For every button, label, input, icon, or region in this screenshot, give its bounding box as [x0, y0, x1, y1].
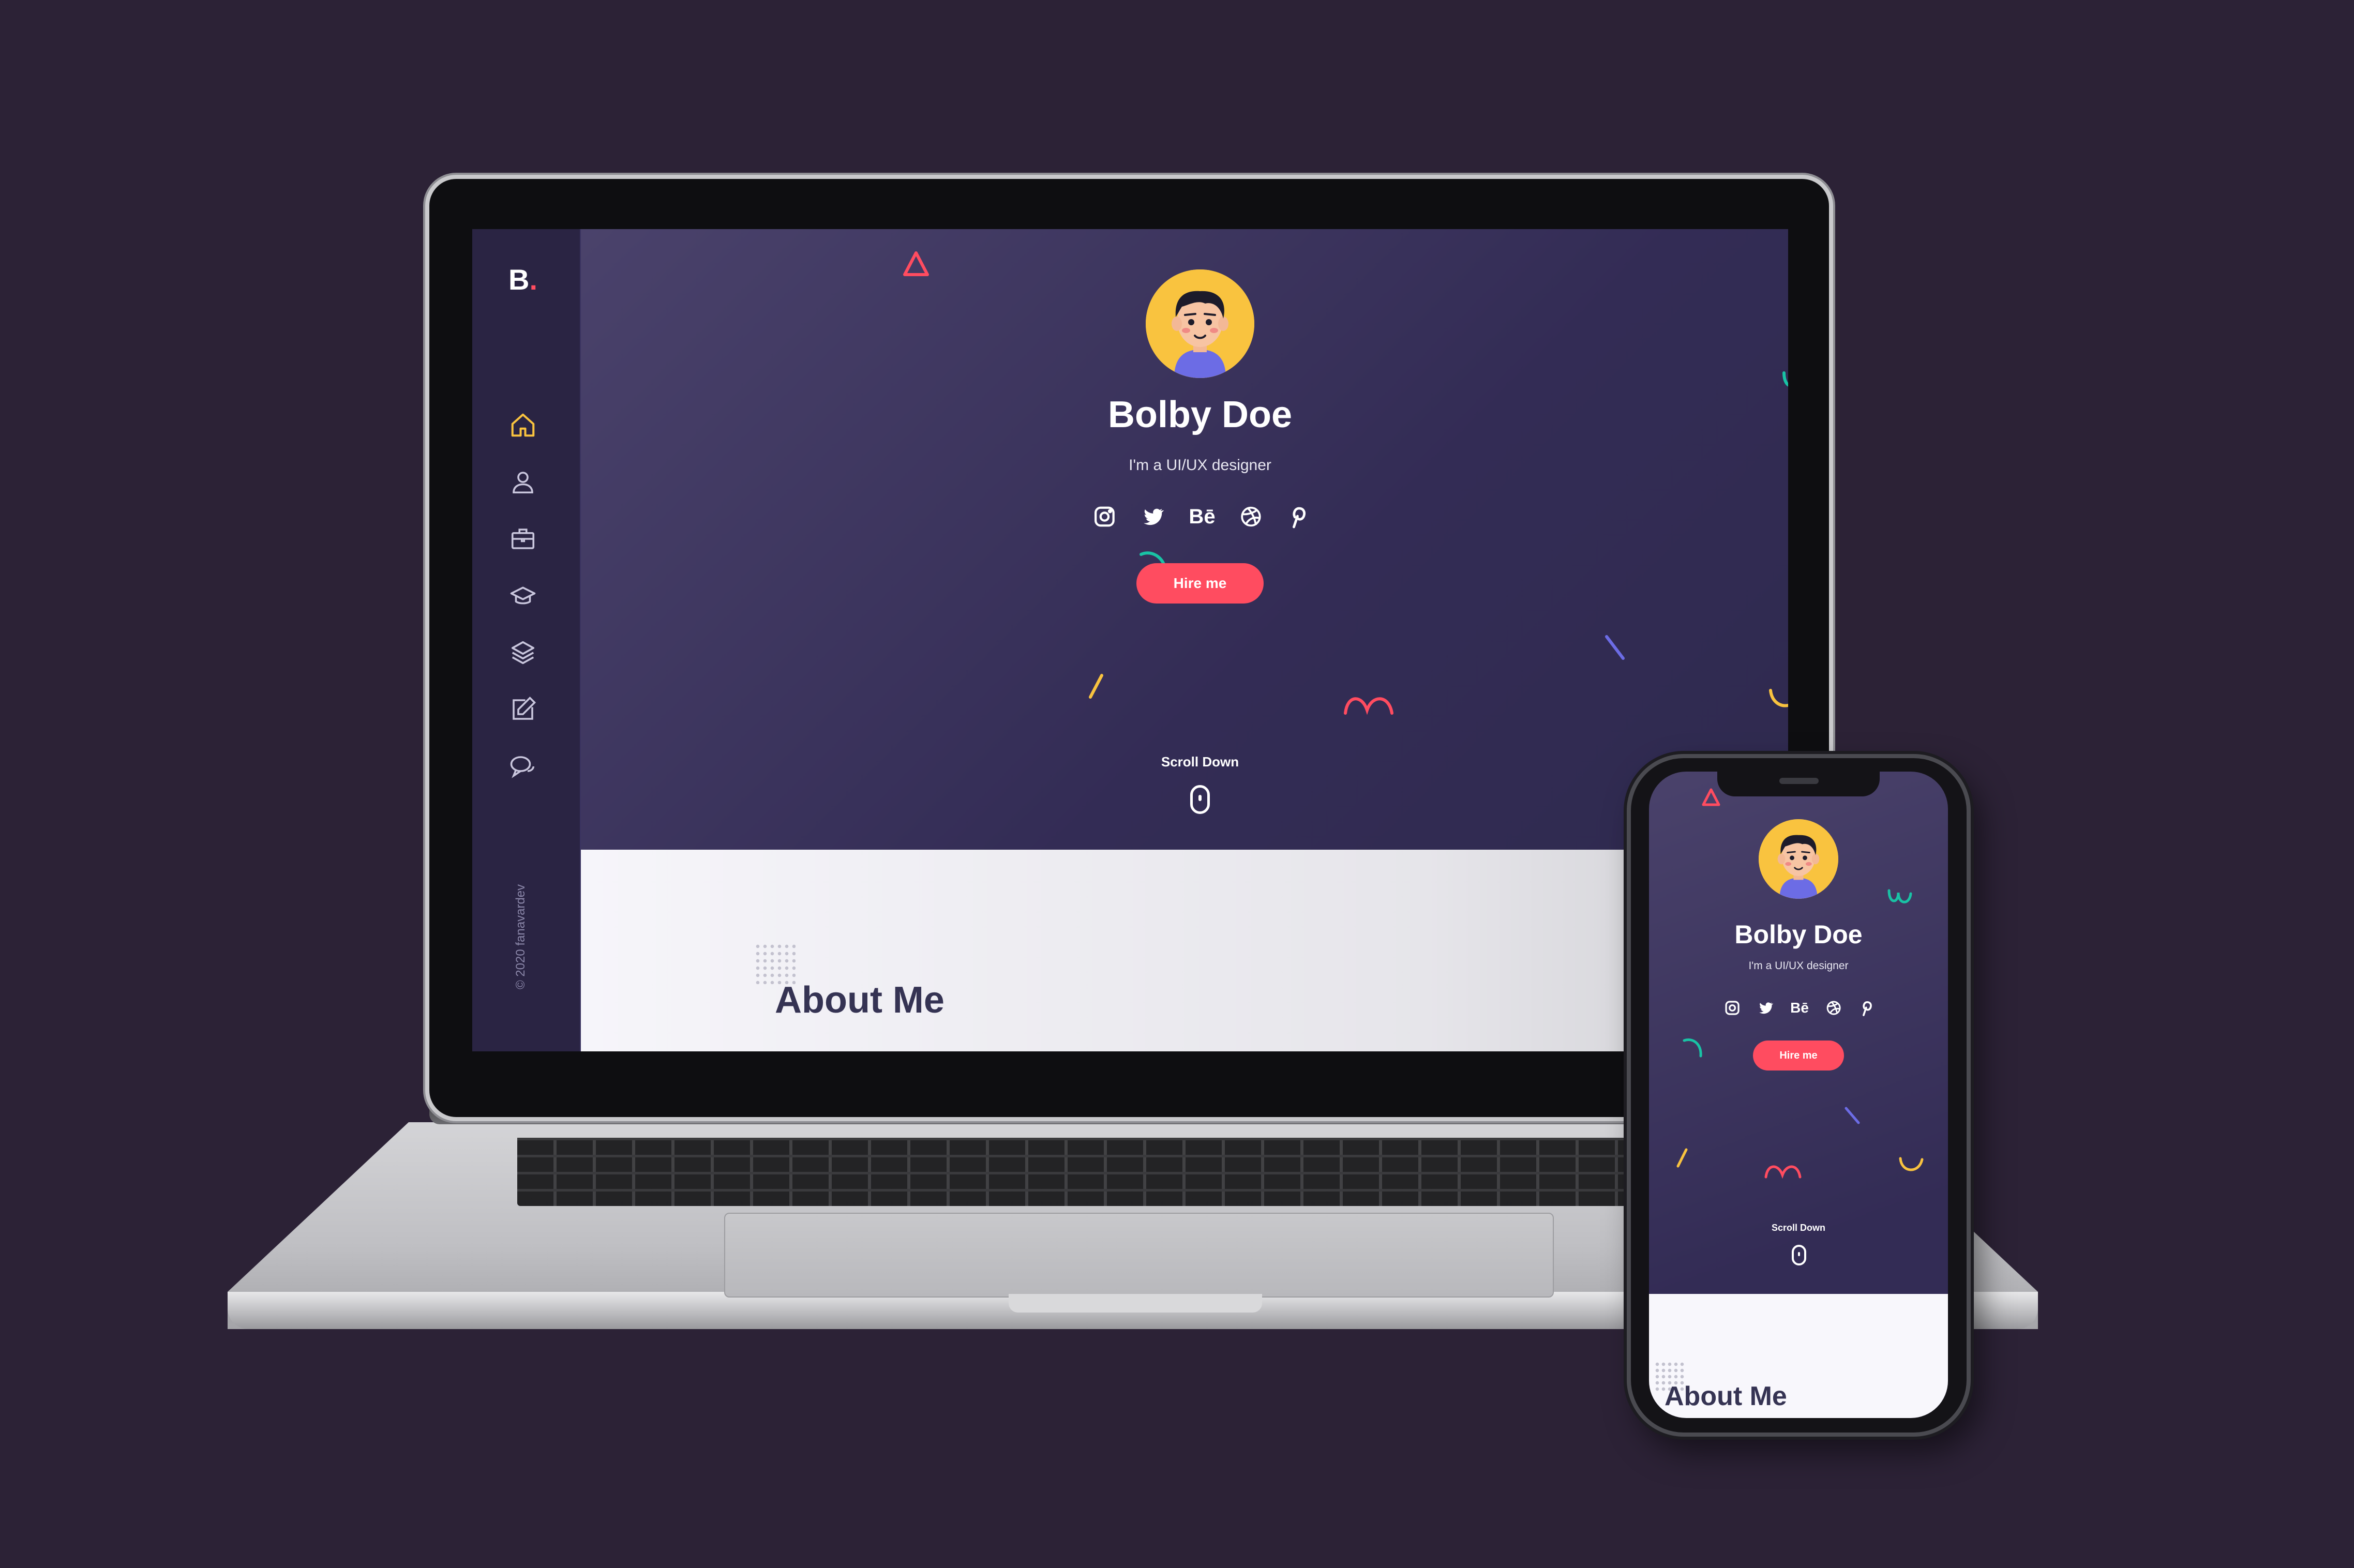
squiggle-shape-icon [1887, 889, 1912, 903]
phone-screen: Bolby Doe I'm a UI/UX designer Bē Hire m… [1649, 772, 1948, 1418]
avatar [1759, 819, 1838, 899]
line-purple-shape-icon [1605, 635, 1625, 660]
twitter-icon[interactable] [1757, 1000, 1774, 1016]
about-section: About Me [1649, 1294, 1948, 1418]
phone-speaker [1779, 778, 1819, 784]
behance-icon[interactable]: Bē [1790, 1000, 1809, 1016]
about-title: About Me [1665, 1381, 1787, 1411]
scroll-down-label[interactable]: Scroll Down [1161, 754, 1239, 770]
social-links: Bē [1092, 504, 1307, 529]
wave-red-shape-icon [1764, 1165, 1802, 1179]
pinterest-icon[interactable] [1858, 999, 1873, 1017]
laptop-screen: B. © 2020 fanavardev Bolby Doe I'm a UI/… [472, 229, 1788, 1051]
social-links: Bē [1724, 999, 1873, 1017]
line-purple-shape-icon [1845, 1107, 1860, 1124]
arc-yellow-shape-icon [1769, 689, 1788, 707]
nav-edit-icon[interactable] [509, 696, 537, 723]
laptop-keyboard-rows [517, 1138, 1759, 1206]
hero-subtitle: I'm a UI/UX designer [1748, 960, 1849, 972]
laptop-lid-notch [1009, 1294, 1262, 1313]
about-title: About Me [775, 979, 944, 1021]
wave-red-shape-icon [1344, 697, 1393, 715]
site-logo[interactable]: B. [508, 263, 537, 296]
arc-yellow-shape-icon [1899, 1157, 1924, 1171]
logo-dot: . [529, 263, 538, 296]
dribbble-icon[interactable] [1239, 505, 1263, 529]
nav-graduation-cap-icon[interactable] [509, 582, 537, 610]
squiggle-shape-icon [1782, 371, 1788, 387]
twitter-icon[interactable] [1140, 505, 1165, 529]
logo-letter: B [508, 263, 530, 296]
nav-chat-icon[interactable] [509, 752, 537, 780]
avatar-illustration-icon [1759, 819, 1838, 899]
nav-user-icon[interactable] [509, 468, 537, 496]
nav-home-icon[interactable] [509, 411, 537, 439]
dribbble-icon[interactable] [1825, 1000, 1842, 1016]
arc-teal-shape-icon [1683, 1038, 1702, 1058]
hero-name: Bolby Doe [1734, 920, 1863, 949]
pinterest-icon[interactable] [1287, 504, 1308, 529]
laptop-trackpad [724, 1213, 1554, 1298]
nav-layers-icon[interactable] [509, 639, 537, 667]
hire-me-button[interactable]: Hire me [1753, 1041, 1844, 1071]
line-yellow-shape-icon [1089, 674, 1103, 699]
copyright-text: © 2020 fanavardev [514, 884, 528, 989]
behance-icon[interactable]: Bē [1189, 505, 1215, 529]
sidebar: B. © 2020 fanavardev [472, 229, 581, 1051]
scroll-down-label[interactable]: Scroll Down [1772, 1223, 1825, 1233]
hero-name: Bolby Doe [1107, 394, 1293, 435]
mouse-scroll-icon[interactable] [1190, 785, 1210, 814]
triangle-shape-icon [1702, 788, 1720, 806]
hero-subtitle: I'm a UI/UX designer [1129, 457, 1271, 474]
avatar [1146, 269, 1254, 378]
hire-me-button[interactable]: Hire me [1136, 563, 1264, 604]
about-section: About Me [581, 850, 1788, 1051]
mouse-scroll-icon[interactable] [1792, 1245, 1806, 1265]
avatar-illustration-icon [1146, 269, 1254, 378]
hero-section: Bolby Doe I'm a UI/UX designer Bē Hire m… [581, 229, 1788, 850]
nav-briefcase-icon[interactable] [509, 525, 537, 553]
instagram-icon[interactable] [1724, 1000, 1741, 1016]
about-dots-decoration [754, 943, 796, 984]
line-yellow-shape-icon [1676, 1148, 1688, 1168]
triangle-shape-icon [903, 251, 929, 276]
instagram-icon[interactable] [1092, 505, 1116, 529]
